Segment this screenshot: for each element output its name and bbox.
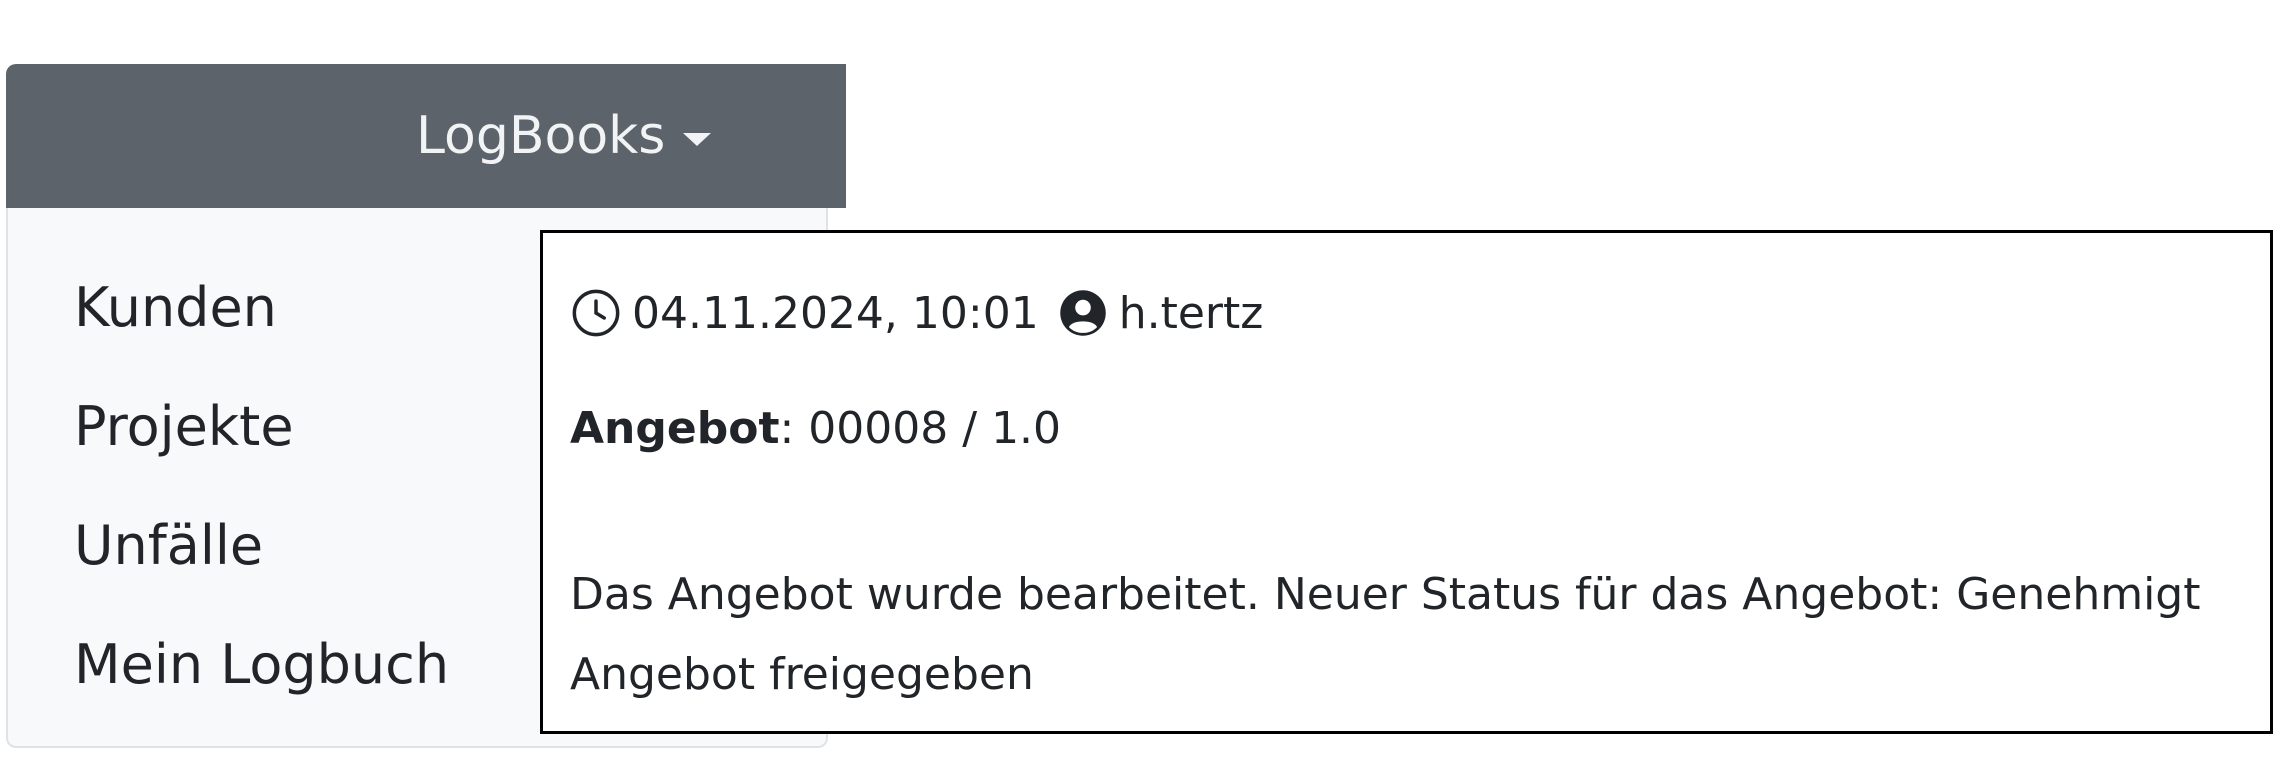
offer-line: Angebot: 00008 / 1.0	[570, 397, 2244, 461]
log-entry-timestamp: 04.11.2024, 10:01	[632, 287, 1039, 339]
caret-down-icon	[683, 132, 712, 146]
offer-value: : 00008 / 1.0	[779, 403, 1062, 454]
log-entry-tooltip: 04.11.2024, 10:01 h.tertz Angebot: 00008…	[540, 230, 2273, 734]
log-entry-user: h.tertz	[1118, 287, 1264, 339]
log-entry-meta: 04.11.2024, 10:01 h.tertz	[570, 281, 2244, 345]
offer-label: Angebot	[570, 403, 780, 454]
log-entry-message: Das Angebot wurde bearbeitet. Neuer Stat…	[570, 555, 2244, 715]
logbooks-dropdown-toggle[interactable]: LogBooks	[416, 64, 712, 208]
message-line-2: Angebot freigegeben	[570, 649, 1034, 700]
logbooks-toggle-label: LogBooks	[416, 106, 666, 166]
clock-icon	[572, 289, 620, 337]
message-line-1: Das Angebot wurde bearbeitet. Neuer Stat…	[570, 569, 2201, 620]
person-circle-icon	[1059, 290, 1106, 336]
navbar: LogBooks	[6, 64, 846, 208]
